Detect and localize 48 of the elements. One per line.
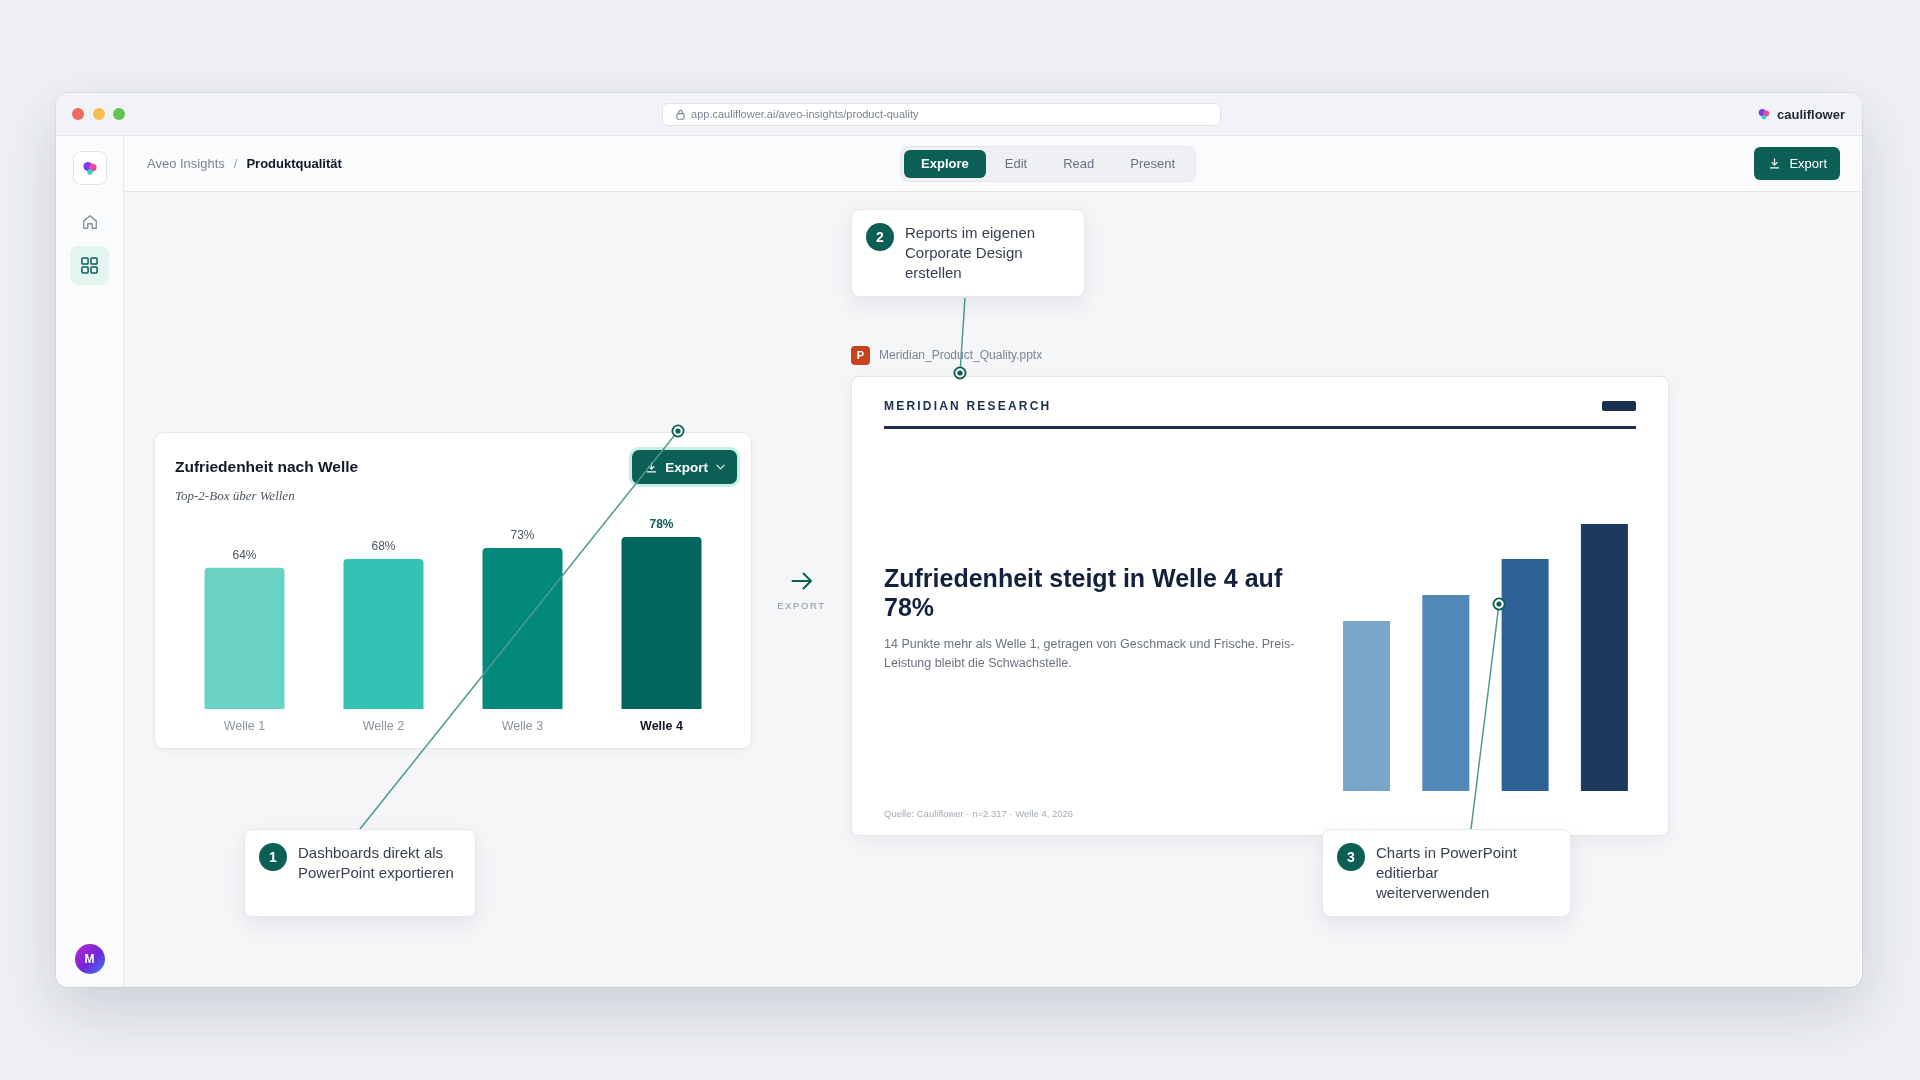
breadcrumb-separator: /: [233, 156, 238, 171]
avatar[interactable]: M: [74, 944, 105, 974]
bar-category-label: Welle 4: [640, 719, 683, 733]
bar-value-label: 68%: [371, 539, 396, 554]
grid-icon: [81, 257, 98, 274]
bar-category-label: Welle 1: [223, 719, 266, 733]
minimize-button[interactable]: [92, 108, 105, 120]
download-icon: [646, 461, 658, 473]
maximize-button[interactable]: [113, 108, 125, 120]
bar-category-label: Welle 2: [362, 719, 405, 733]
brand-logo-icon: [1758, 108, 1771, 120]
callout-text: Reports im eigenen Corporate Design erstellen: [905, 223, 1037, 283]
export-button[interactable]: Export: [632, 450, 737, 484]
mode-tab[interactable]: Explore: [904, 149, 986, 178]
lock-icon: [676, 108, 686, 120]
mode-tab[interactable]: Read: [1046, 149, 1112, 178]
slide-brand: MERIDIAN RESEARCH: [884, 399, 1052, 413]
address-bar[interactable]: app.cauliflower.ai/aveo-insights/product-quality: [662, 102, 1222, 126]
breadcrumb-link[interactable]: Produktqualität: [246, 156, 342, 171]
mode-tab[interactable]: Present: [1113, 149, 1193, 178]
export-label: EXPORT: [777, 600, 826, 611]
callout-text: Dashboards direkt als PowerPoint exportieren: [298, 843, 455, 883]
download-icon: [1769, 158, 1781, 169]
close-button[interactable]: [72, 108, 84, 120]
card-title: Zufriedenheit nach Welle: [175, 458, 359, 476]
chevron-down-icon: [716, 464, 725, 470]
app-logo-icon[interactable]: [72, 151, 107, 185]
step-number: 2: [866, 223, 894, 251]
slide-body-text: 14 Punkte mehr als Welle 1, getragen von Geschmack und Frische. Preis-Leistung bleibt die Schwachstelle.: [884, 636, 1296, 672]
step-number: 1: [259, 843, 287, 871]
slide-logo-mark: [1602, 401, 1636, 411]
bar-value-label: 78%: [649, 517, 674, 531]
file-type-badge: P: [851, 345, 870, 365]
bar-value-label: 64%: [232, 547, 257, 562]
step-number: 3: [1337, 843, 1365, 871]
slide-headline: Zufriedenheit steigt in Welle 4 auf 78%: [884, 564, 1284, 622]
export-button[interactable]: Export: [1754, 147, 1840, 180]
slide-source-note: Quelle: Cauliflower · n=2.317 · Welle 4, 2026: [884, 808, 1075, 820]
breadcrumb-link[interactable]: Aveo Insights: [147, 156, 225, 171]
nav-button[interactable]: [70, 246, 109, 285]
arrow-right-icon: [790, 572, 813, 590]
bar-category-label: Welle 3: [501, 719, 544, 733]
home-icon: [80, 212, 99, 231]
bar-value-label: 73%: [510, 528, 535, 543]
mode-tab[interactable]: Edit: [987, 149, 1045, 178]
brand-name: cauliflower: [1777, 106, 1845, 122]
callout-text: Charts in PowerPoint editierbar weiterverwenden: [1376, 843, 1518, 903]
card-subtitle: Top-2-Box über Wellen: [175, 488, 296, 504]
